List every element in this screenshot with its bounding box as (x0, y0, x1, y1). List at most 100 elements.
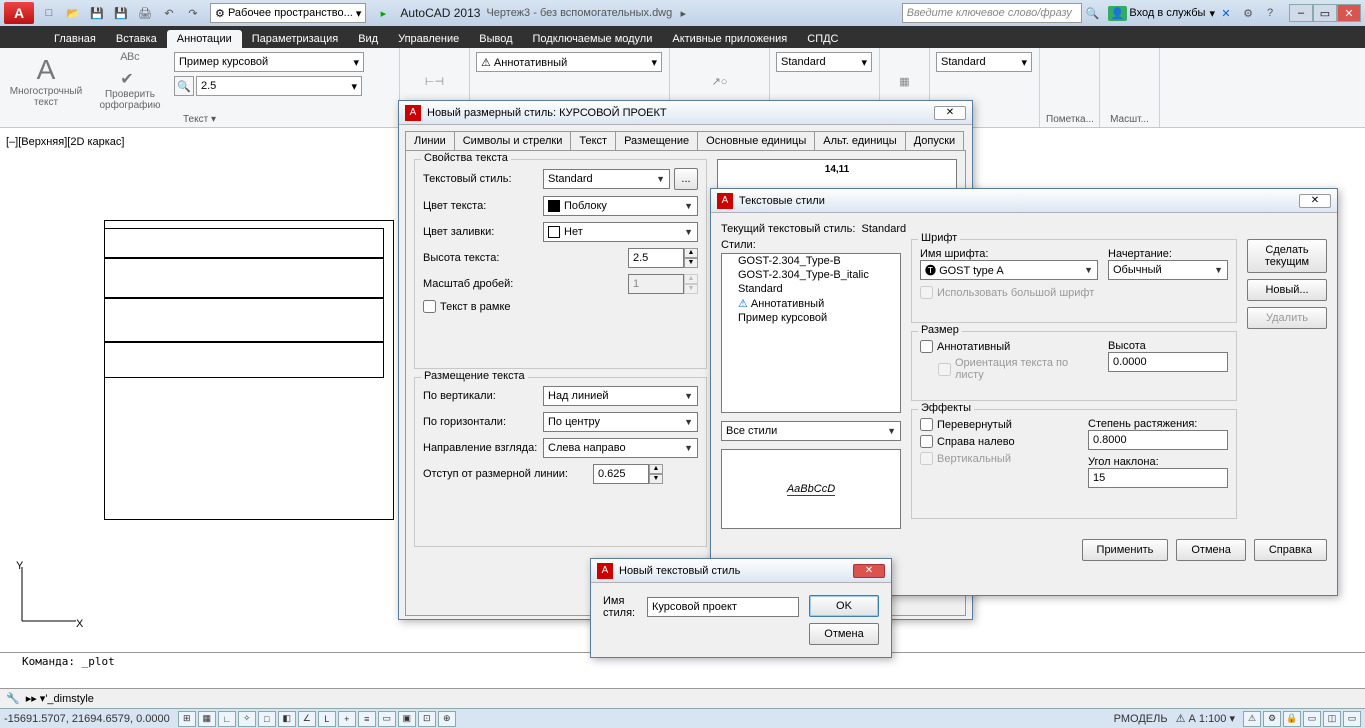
ribbon-tab-9[interactable]: СПДС (797, 30, 848, 48)
dim-tab-6[interactable]: Допуски (905, 131, 964, 150)
find-icon[interactable]: 🔍 (174, 76, 194, 96)
search-icon[interactable]: 🔍 (1082, 2, 1104, 24)
spellcheck-button[interactable]: ᴬᴮᶜ✔ Проверить орфографию (90, 50, 170, 112)
stretch-input[interactable] (1088, 430, 1228, 450)
ribbon-tab-1[interactable]: Вставка (106, 30, 167, 48)
set-current-button[interactable]: Сделать текущим (1247, 239, 1327, 273)
help-button[interactable]: Справка (1254, 539, 1327, 561)
redo-icon[interactable]: ↷ (182, 2, 204, 24)
anno-scale-label[interactable]: ⚠ А 1:100 ▾ (1176, 712, 1235, 725)
ok-button[interactable]: OK (809, 595, 879, 617)
ribbon-tab-2[interactable]: Аннотации (167, 30, 242, 48)
h-input[interactable] (1108, 352, 1228, 372)
signin-label[interactable]: Вход в службы (1129, 7, 1205, 19)
textcolor-combo[interactable]: Поблоку▼ (543, 196, 698, 216)
play-icon[interactable]: ▸ (372, 2, 394, 24)
txt-dialog-titlebar[interactable]: A Текстовые стили ✕ (711, 189, 1337, 213)
style-item[interactable]: GOST-2.304_Type-B (722, 254, 900, 268)
style-item[interactable]: Пример курсовой (722, 311, 900, 325)
leader-style-combo[interactable]: Standard▾ (776, 52, 872, 72)
fracscale-spinner[interactable] (628, 274, 684, 294)
textstyle-combo[interactable]: Standard▼ (543, 169, 670, 189)
dim-tab-2[interactable]: Текст (570, 131, 616, 150)
newstyle-titlebar[interactable]: A Новый текстовый стиль ✕ (591, 559, 891, 583)
style-item[interactable]: Standard (722, 282, 900, 296)
command-line[interactable]: 🔧▸▸ ▾'_dimstyle (0, 688, 1365, 708)
ribbon-tab-6[interactable]: Вывод (469, 30, 522, 48)
fontname-combo[interactable]: 🅣 GOST type A▼ (920, 260, 1098, 280)
dim-dialog-titlebar[interactable]: A Новый размерный стиль: КУРСОВОЙ ПРОЕКТ… (399, 101, 972, 125)
cancel-button[interactable]: Отмена (809, 623, 879, 645)
viewport-label[interactable]: [–][Верхняя][2D каркас] (6, 136, 124, 148)
style-name-input[interactable] (647, 597, 799, 617)
mtext-button[interactable]: A Многострочный текст (6, 50, 86, 112)
ribbon-tab-3[interactable]: Параметризация (242, 30, 348, 48)
ortho-icon[interactable]: ∟ (218, 711, 236, 727)
height-spinner[interactable] (628, 248, 684, 268)
fontstyle-combo[interactable]: Обычный▼ (1108, 260, 1228, 280)
oblique-input[interactable] (1088, 468, 1228, 488)
search-input[interactable]: Введите ключевое слово/фразу (902, 3, 1082, 23)
dim-tab-3[interactable]: Размещение (615, 131, 698, 150)
workspace-picker[interactable]: ⚙ Рабочее пространство... ▾ (210, 3, 366, 23)
3dosnap-icon[interactable]: ◧ (278, 711, 296, 727)
lwt-icon[interactable]: ≡ (358, 711, 376, 727)
close-button[interactable]: ✕ (1337, 4, 1361, 22)
tpy-icon[interactable]: ▭ (378, 711, 396, 727)
dim-tab-4[interactable]: Основные единицы (697, 131, 815, 150)
ribbon-tab-0[interactable]: Главная (44, 30, 106, 48)
style-item[interactable]: ⚠ Аннотативный (722, 296, 900, 311)
exchange-icon[interactable]: ✕ (1215, 2, 1237, 24)
ducs-icon[interactable]: L (318, 711, 336, 727)
undo-icon[interactable]: ↶ (158, 2, 180, 24)
lock-icon[interactable]: 🔒 (1283, 711, 1301, 727)
anno-vis-icon[interactable]: ⚠ (1243, 711, 1261, 727)
offset-spinner[interactable] (593, 464, 649, 484)
dim-style-combo[interactable]: ⚠ Аннотативный▾ (476, 52, 662, 72)
new-icon[interactable]: □ (38, 2, 60, 24)
save-icon[interactable]: 💾 (86, 2, 108, 24)
group-title-mark[interactable]: Пометка... (1046, 112, 1093, 125)
signin-icon[interactable]: 👤 (1108, 6, 1128, 21)
polar-icon[interactable]: ✧ (238, 711, 256, 727)
sc-icon[interactable]: ⊡ (418, 711, 436, 727)
group-title-scale[interactable]: Масшт... (1106, 112, 1153, 125)
cancel-button[interactable]: Отмена (1176, 539, 1245, 561)
doc-nav-icon[interactable]: ▸ (672, 2, 694, 24)
app-logo[interactable]: A (4, 2, 34, 24)
dyn-icon[interactable]: + (338, 711, 356, 727)
ribbon-tab-8[interactable]: Активные приложения (662, 30, 797, 48)
dim-tab-5[interactable]: Альт. единицы (814, 131, 905, 150)
dim-dialog-close[interactable]: ✕ (934, 106, 966, 120)
iso-icon[interactable]: ◫ (1323, 711, 1341, 727)
ribbon-tab-4[interactable]: Вид (348, 30, 388, 48)
frame-checkbox[interactable]: Текст в рамке (423, 300, 698, 313)
filter-combo[interactable]: Все стили▼ (721, 421, 901, 441)
dir-combo[interactable]: Слева направо▼ (543, 438, 698, 458)
snap-icon[interactable]: ⊞ (178, 711, 196, 727)
restore-button[interactable]: ▭ (1313, 4, 1337, 22)
modelspace-label[interactable]: РМОДЕЛЬ (1114, 713, 1168, 725)
txt-dialog-close[interactable]: ✕ (1299, 194, 1331, 208)
new-style-button[interactable]: Новый... (1247, 279, 1327, 301)
ribbon-tab-5[interactable]: Управление (388, 30, 469, 48)
group-title-text[interactable]: Текст ▾ (6, 112, 393, 125)
annotative-checkbox[interactable]: Аннотативный (920, 340, 1098, 353)
minimize-button[interactable]: – (1289, 4, 1313, 22)
style-item[interactable]: GOST-2.304_Type-B_italic (722, 268, 900, 282)
fillcolor-combo[interactable]: Нет▼ (543, 222, 698, 242)
osnap-icon[interactable]: □ (258, 711, 276, 727)
table-style-combo[interactable]: Standard▾ (936, 52, 1032, 72)
upside-checkbox[interactable]: Перевернутый (920, 418, 1078, 431)
apply-button[interactable]: Применить (1082, 539, 1169, 561)
textstyle-browse-button[interactable]: ... (674, 168, 698, 190)
am-icon[interactable]: ⊕ (438, 711, 456, 727)
spin-down-icon[interactable]: ▼ (684, 258, 698, 268)
grid-icon[interactable]: ▦ (198, 711, 216, 727)
backwards-checkbox[interactable]: Справа налево (920, 435, 1078, 448)
dim-tab-1[interactable]: Символы и стрелки (454, 131, 572, 150)
help-tool-icon[interactable]: ⚙ (1237, 2, 1259, 24)
styles-listbox[interactable]: GOST-2.304_Type-BGOST-2.304_Type-B_itali… (721, 253, 901, 413)
horiz-combo[interactable]: По центру▼ (543, 412, 698, 432)
saveas-icon[interactable]: 💾 (110, 2, 132, 24)
